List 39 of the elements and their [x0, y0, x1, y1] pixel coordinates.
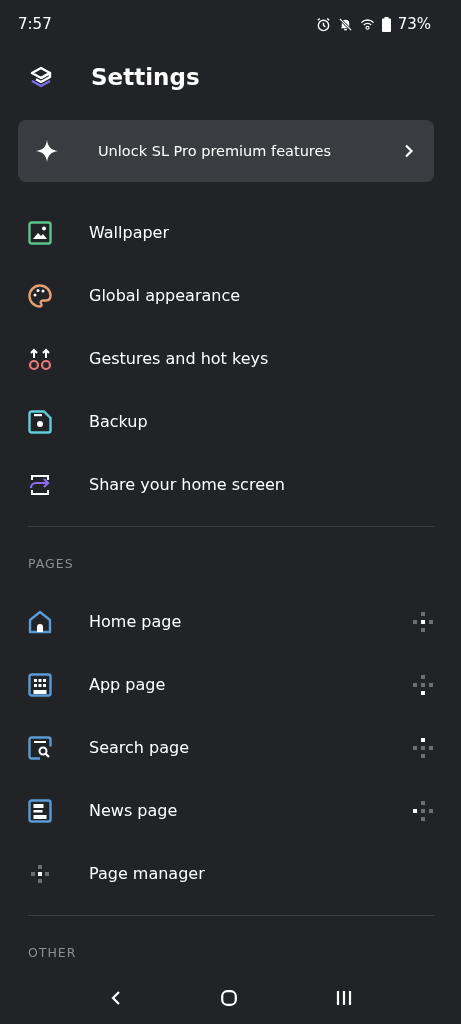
share-arrow-icon	[28, 472, 52, 497]
bell-muted-icon	[337, 16, 353, 32]
home-icon	[28, 609, 52, 634]
page-position-icon	[412, 736, 434, 759]
wifi-icon	[359, 16, 375, 32]
sparkle-icon	[36, 140, 58, 162]
battery-percent: 73%	[397, 15, 431, 33]
settings-item[interactable]: Wallpaper	[18, 201, 434, 264]
page-item[interactable]: Search page	[18, 716, 434, 779]
back-icon[interactable]	[109, 990, 122, 1006]
page-item[interactable]: App page	[18, 653, 434, 716]
grid-icon	[28, 672, 52, 697]
settings-item[interactable]: Share your home screen	[18, 453, 434, 516]
section-heading: PAGES	[27, 556, 75, 571]
chevron-right-icon	[404, 144, 414, 158]
page-item[interactable]: Page manager	[18, 842, 434, 905]
palette-icon	[28, 283, 52, 308]
arrows-circles-icon	[28, 346, 52, 371]
image-icon	[28, 220, 52, 245]
page-item[interactable]: Home page	[18, 590, 434, 653]
recent-apps-icon[interactable]	[335, 990, 352, 1006]
settings-item[interactable]: Gestures and hot keys	[18, 327, 434, 390]
section-heading: OTHER	[27, 945, 78, 960]
document-icon	[28, 798, 52, 823]
search-icon	[28, 735, 52, 760]
status-time: 7:57	[18, 15, 52, 33]
settings-item[interactable]: Backup	[18, 390, 434, 453]
page-position-icon	[412, 673, 434, 696]
premium-banner[interactable]: Unlock SL Pro premium features	[18, 120, 434, 182]
page-title: Settings	[91, 64, 200, 90]
settings-item[interactable]: Global appearance	[18, 264, 434, 327]
page-item[interactable]: News page	[18, 779, 434, 842]
battery-icon	[381, 16, 391, 32]
alarm-icon	[315, 16, 331, 32]
save-icon	[28, 409, 52, 434]
page-position-icon	[412, 799, 434, 822]
stacked-layers-logo-icon	[28, 64, 54, 90]
home-button-icon[interactable]	[220, 990, 237, 1006]
page-position-icon	[412, 610, 434, 633]
